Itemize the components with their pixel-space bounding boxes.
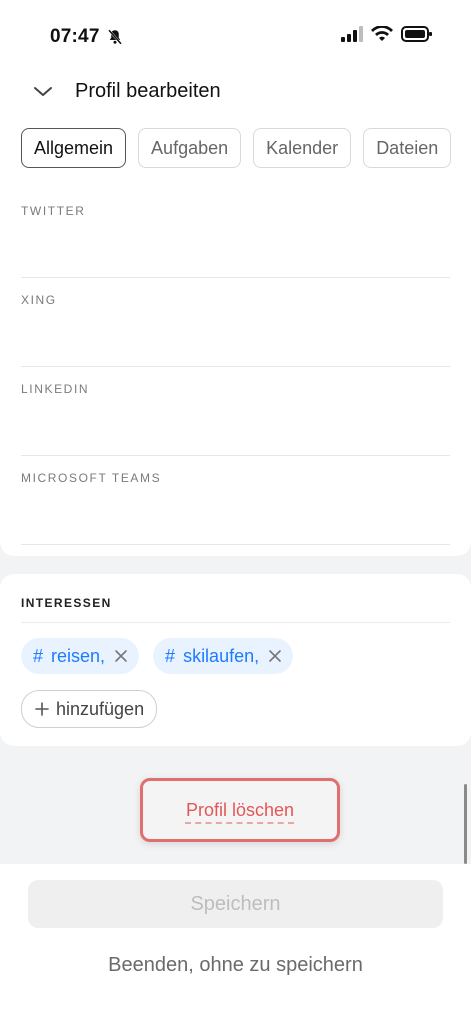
save-button[interactable]: Speichern bbox=[28, 880, 443, 928]
close-icon[interactable] bbox=[267, 648, 283, 664]
microsoft-teams-field[interactable]: MICROSOFT TEAMS bbox=[21, 455, 450, 545]
delete-profile-button[interactable]: Profil löschen bbox=[140, 778, 340, 842]
field-label: LINKEDIN bbox=[21, 382, 90, 396]
bottom-actions: Speichern Beenden, ohne zu speichern bbox=[0, 864, 471, 1024]
bell-slash-icon bbox=[106, 28, 124, 46]
add-interest-button[interactable]: hinzufügen bbox=[21, 690, 158, 728]
interests-title: INTERESSEN bbox=[21, 596, 112, 610]
field-label: XING bbox=[21, 293, 57, 307]
tag-label: reisen, bbox=[51, 645, 106, 666]
hash-symbol: # bbox=[165, 645, 176, 666]
add-interest-label: hinzufügen bbox=[56, 698, 145, 719]
close-icon[interactable] bbox=[113, 648, 129, 664]
page-title: Profil bearbeiten bbox=[75, 80, 221, 102]
tag-label: skilaufen, bbox=[183, 645, 260, 666]
chevron-down-icon[interactable] bbox=[32, 80, 54, 102]
exit-without-saving-link[interactable]: Beenden, ohne zu speichern bbox=[0, 954, 471, 977]
tab-label: Aufgaben bbox=[151, 137, 229, 158]
status-right bbox=[341, 26, 433, 42]
tab-allgemein[interactable]: Allgemein bbox=[21, 128, 127, 168]
interest-tags: # reisen, # skilaufen, bbox=[21, 638, 294, 674]
interest-tag: # reisen, bbox=[21, 638, 140, 674]
save-label: Speichern bbox=[190, 892, 281, 915]
status-bar: 07:47 bbox=[0, 0, 471, 64]
plus-icon bbox=[34, 701, 50, 717]
battery-icon bbox=[401, 26, 433, 42]
linkedin-field[interactable]: LINKEDIN bbox=[21, 366, 450, 456]
hash-symbol: # bbox=[33, 645, 44, 666]
status-time: 07:47 bbox=[50, 26, 124, 48]
scrollbar[interactable] bbox=[464, 784, 467, 864]
tab-bar: Allgemein Aufgaben Kalender Dateien bbox=[21, 128, 452, 168]
wifi-icon bbox=[371, 26, 393, 42]
xing-field[interactable]: XING bbox=[21, 277, 450, 367]
tab-label: Dateien bbox=[376, 137, 439, 158]
divider bbox=[21, 622, 450, 623]
tab-dateien[interactable]: Dateien bbox=[363, 128, 452, 168]
field-label: TWITTER bbox=[21, 204, 86, 218]
tab-label: Allgemein bbox=[34, 137, 114, 158]
exit-label: Beenden, ohne zu speichern bbox=[108, 954, 363, 976]
social-fields-card: TWITTER XING LINKEDIN MICROSOFT TEAMS bbox=[0, 188, 471, 556]
tab-label: Kalender bbox=[266, 137, 339, 158]
page-header: Profil bearbeiten bbox=[0, 70, 471, 114]
field-label: MICROSOFT TEAMS bbox=[21, 471, 162, 485]
interest-tag: # skilaufen, bbox=[153, 638, 294, 674]
twitter-field[interactable]: TWITTER bbox=[21, 188, 450, 278]
signal-icon bbox=[341, 26, 363, 42]
tab-aufgaben[interactable]: Aufgaben bbox=[138, 128, 242, 168]
delete-profile-label: Profil löschen bbox=[185, 799, 295, 820]
tab-kalender[interactable]: Kalender bbox=[253, 128, 352, 168]
top-area: 07:47 Profil bearbeiten Allgemein Aufgab… bbox=[0, 0, 471, 188]
time-text: 07:47 bbox=[50, 26, 100, 47]
